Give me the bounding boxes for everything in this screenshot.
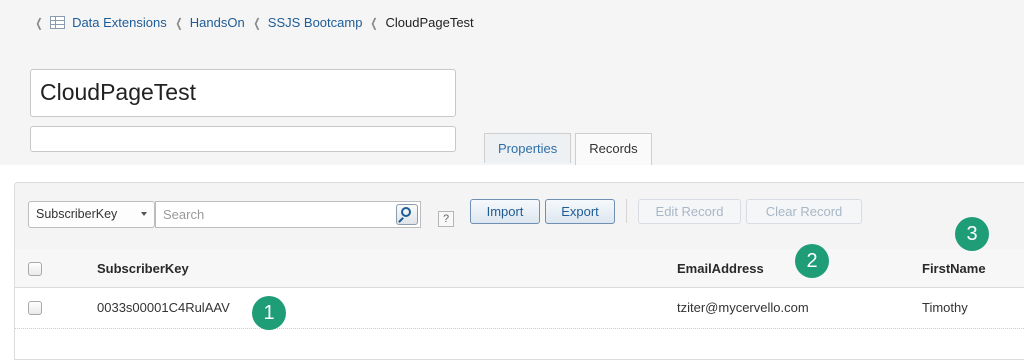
table-header-row: SubscriberKey EmailAddress FirstName (15, 249, 1024, 288)
chevron-left-icon: ❮ (370, 15, 378, 30)
select-all-checkbox[interactable] (28, 262, 42, 276)
caret-down-icon (141, 212, 147, 216)
breadcrumb-current: CloudPageTest (385, 15, 474, 30)
data-extension-name-field[interactable]: CloudPageTest (30, 69, 456, 117)
help-button[interactable]: ? (438, 211, 454, 227)
data-extension-icon (50, 16, 66, 29)
search-button[interactable] (396, 204, 418, 225)
breadcrumb-handson[interactable]: HandsOn (190, 15, 245, 30)
toolbar-divider (626, 199, 627, 223)
edit-record-button[interactable]: Edit Record (638, 199, 741, 224)
chevron-left-icon: ❮ (35, 15, 43, 30)
callout-marker-2: 2 (795, 244, 829, 278)
cell-emailaddress: tziter@mycervello.com (677, 300, 809, 315)
tab-bar: Properties Records (484, 133, 656, 165)
field-select[interactable]: SubscriberKey (28, 201, 155, 228)
callout-marker-1: 1 (252, 296, 286, 330)
tab-properties[interactable]: Properties (484, 133, 572, 163)
records-panel: SubscriberKey ? Import Export Edit Recor… (14, 182, 1024, 360)
table-row[interactable]: 0033s00001C4RulAAV tziter@mycervello.com… (15, 288, 1024, 329)
cell-subscriberkey: 0033s00001C4RulAAV (97, 300, 230, 315)
clear-record-button[interactable]: Clear Record (746, 199, 862, 224)
tab-records[interactable]: Records (575, 133, 652, 165)
search-icon (401, 207, 411, 217)
chevron-left-icon: ❮ (253, 15, 261, 30)
row-checkbox[interactable] (28, 301, 42, 315)
field-select-value: SubscriberKey (36, 207, 118, 221)
cell-firstname: Timothy (922, 300, 968, 315)
search-icon-handle (398, 217, 404, 223)
column-header-firstname[interactable]: FirstName (922, 261, 986, 276)
breadcrumb-ssjs-bootcamp[interactable]: SSJS Bootcamp (268, 15, 363, 30)
callout-marker-3: 3 (955, 217, 989, 251)
records-toolbar: SubscriberKey ? Import Export Edit Recor… (15, 183, 1024, 250)
export-button[interactable]: Export (545, 199, 615, 224)
search-input[interactable] (155, 201, 421, 228)
chevron-left-icon: ❮ (175, 15, 183, 30)
column-header-subscriberkey[interactable]: SubscriberKey (97, 261, 189, 276)
breadcrumb: ❮ Data Extensions ❮ HandsOn ❮ SSJS Bootc… (34, 15, 474, 30)
column-header-emailaddress[interactable]: EmailAddress (677, 261, 764, 276)
data-extension-description-field[interactable] (30, 126, 456, 152)
breadcrumb-data-extensions[interactable]: Data Extensions (72, 15, 167, 30)
import-button[interactable]: Import (470, 199, 540, 224)
